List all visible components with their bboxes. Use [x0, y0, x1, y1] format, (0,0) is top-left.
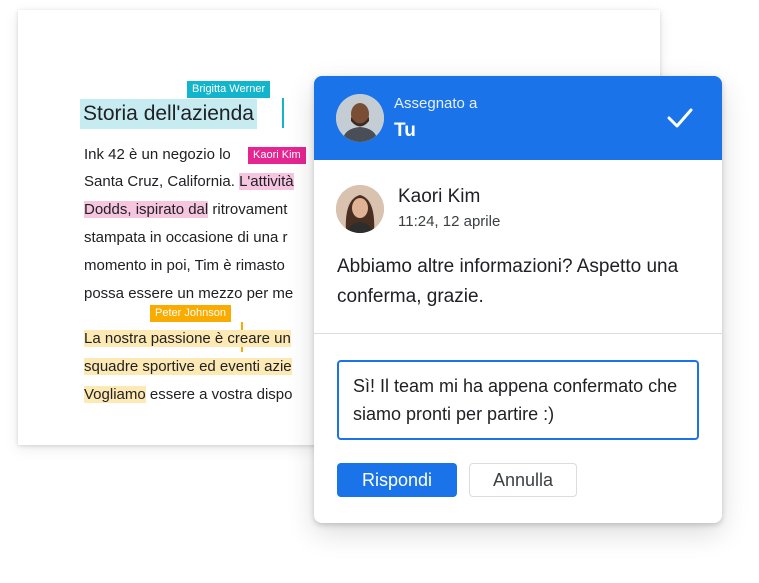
- assignee-avatar: [336, 94, 384, 142]
- collaborator-tag-peter: Peter Johnson: [150, 305, 231, 322]
- person-avatar-icon: [336, 94, 384, 142]
- check-icon[interactable]: [666, 106, 694, 130]
- assignee-name: Tu: [394, 120, 416, 141]
- document-content: Brigitta Werner Storia dell'azienda Ink …: [0, 0, 314, 583]
- document-title[interactable]: Storia dell'azienda: [80, 99, 257, 129]
- document-line[interactable]: possa essere un mezzo per me: [84, 282, 293, 306]
- collaborator-tag-kaori: Kaori Kim: [248, 147, 306, 164]
- document-line[interactable]: Vogliamo essere a vostra dispo: [84, 383, 292, 407]
- assigned-to-label: Assegnato a: [394, 95, 478, 112]
- collaborator-cursor-brigitta: [282, 98, 284, 128]
- comment-card: Assegnato a Tu Kaori Kim 11:24, 12 april…: [314, 76, 722, 523]
- document-line[interactable]: momento in poi, Tim è rimasto: [84, 254, 285, 278]
- author-avatar: [336, 185, 384, 233]
- document-line[interactable]: Santa Cruz, California. L'attività: [84, 170, 294, 194]
- assignment-header: Assegnato a Tu: [314, 76, 722, 160]
- person-avatar-icon: [336, 185, 384, 233]
- document-line[interactable]: Dodds, ispirato dal ritrovament: [84, 198, 287, 222]
- collaborator-tag-brigitta: Brigitta Werner: [187, 81, 271, 98]
- comment-text: Abbiamo altre informazioni? Aspetto una …: [337, 256, 679, 307]
- document-line[interactable]: squadre sportive ed eventi azie: [84, 355, 292, 379]
- document-line[interactable]: Ink 42 è un negozio lo: [84, 143, 231, 167]
- comment-author: Kaori Kim: [398, 186, 481, 207]
- comment-timestamp: 11:24, 12 aprile: [398, 213, 501, 230]
- document-line[interactable]: stampata in occasione di una r: [84, 226, 287, 250]
- cancel-button[interactable]: Annulla: [469, 463, 577, 497]
- document-line[interactable]: La nostra passione è creare un: [84, 327, 291, 351]
- divider: [314, 333, 722, 334]
- reply-button[interactable]: Rispondi: [337, 463, 457, 497]
- reply-input[interactable]: Sì! Il team mi ha appena confermato che …: [337, 360, 699, 440]
